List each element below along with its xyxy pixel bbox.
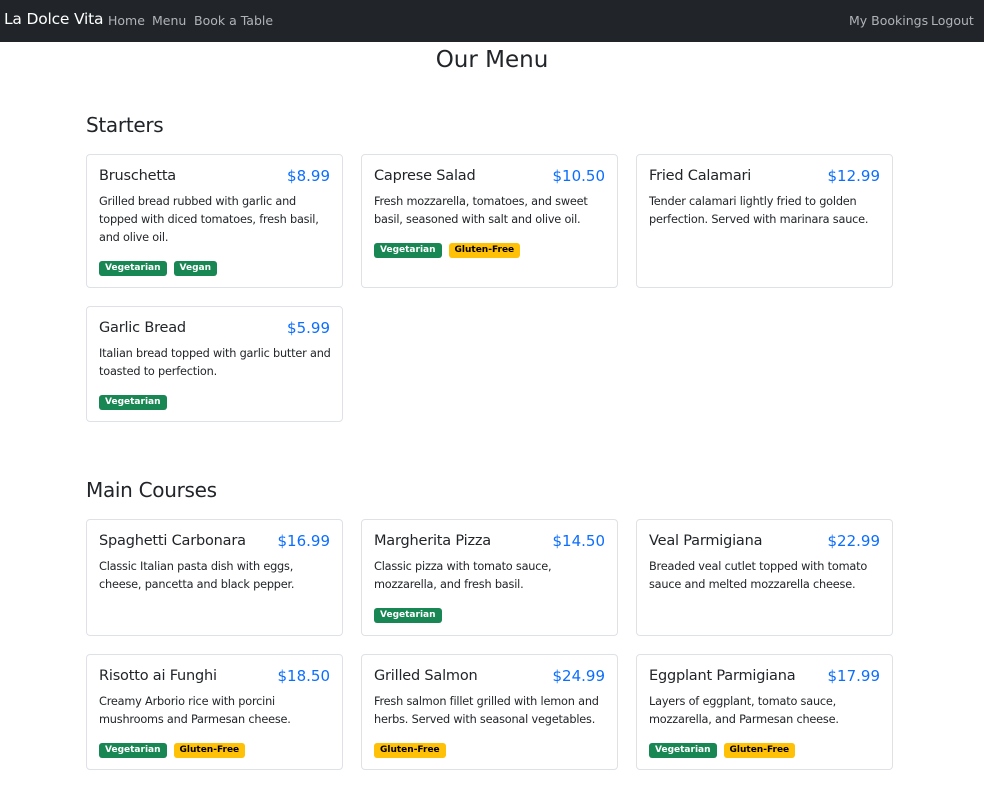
section-title-main-courses: Main Courses <box>86 478 217 502</box>
gluten-free-badge: Gluten-Free <box>448 243 521 258</box>
nav-link-my-bookings[interactable]: My Bookings <box>849 13 928 28</box>
section-title-starters: Starters <box>86 113 164 137</box>
item-price: $24.99 <box>552 667 606 685</box>
menu-card: Caprese Salad $10.50 Fresh mozzarella, t… <box>361 154 618 288</box>
item-description: Classic pizza with tomato sauce, mozzare… <box>374 560 552 591</box>
nav-link-logout[interactable]: Logout <box>931 13 974 28</box>
item-description: Fresh mozzarella, tomatoes, and sweet ba… <box>374 195 588 226</box>
item-badges: Vegetarian Gluten-Free <box>649 743 796 758</box>
item-name: Spaghetti Carbonara <box>99 533 246 549</box>
nav-link-book-table[interactable]: Book a Table <box>194 13 273 28</box>
item-price: $18.50 <box>277 667 331 685</box>
menu-card: Veal Parmigiana $22.99 Breaded veal cutl… <box>636 519 893 636</box>
nav-link-menu[interactable]: Menu <box>152 13 186 28</box>
item-badges: Gluten-Free <box>374 743 446 758</box>
menu-card: Risotto ai Funghi $18.50 Creamy Arborio … <box>86 654 343 770</box>
gluten-free-badge: Gluten-Free <box>723 743 796 758</box>
menu-card: Grilled Salmon $24.99 Fresh salmon fille… <box>361 654 618 770</box>
item-price: $16.99 <box>277 532 331 550</box>
item-badges: Vegetarian <box>99 395 167 410</box>
item-description: Creamy Arborio rice with porcini mushroo… <box>99 695 291 726</box>
brand-link[interactable]: La Dolce Vita <box>4 10 104 28</box>
item-price: $10.50 <box>552 167 606 185</box>
nav-link-home[interactable]: Home <box>108 13 145 28</box>
vegetarian-badge: Vegetarian <box>99 395 167 410</box>
item-description: Fresh salmon fillet grilled with lemon a… <box>374 695 599 726</box>
menu-card: Spaghetti Carbonara $16.99 Classic Itali… <box>86 519 343 636</box>
item-description: Grilled bread rubbed with garlic and top… <box>99 195 319 244</box>
item-description: Tender calamari lightly fried to golden … <box>649 195 869 226</box>
item-description: Breaded veal cutlet topped with tomato s… <box>649 560 868 591</box>
gluten-free-badge: Gluten-Free <box>173 743 246 758</box>
item-badges: Vegetarian Vegan <box>99 261 218 276</box>
gluten-free-badge: Gluten-Free <box>374 743 446 758</box>
item-price: $5.99 <box>287 319 330 337</box>
vegetarian-badge: Vegetarian <box>374 243 442 258</box>
item-price: $22.99 <box>827 532 881 550</box>
item-name: Veal Parmigiana <box>649 533 763 549</box>
vegetarian-badge: Vegetarian <box>99 261 167 276</box>
item-name: Grilled Salmon <box>374 668 478 684</box>
menu-card: Fried Calamari $12.99 Tender calamari li… <box>636 154 893 288</box>
menu-card: Garlic Bread $5.99 Italian bread topped … <box>86 306 343 422</box>
item-price: $17.99 <box>827 667 881 685</box>
item-description: Layers of eggplant, tomato sauce, mozzar… <box>649 695 839 726</box>
vegan-badge: Vegan <box>173 261 218 276</box>
item-name: Risotto ai Funghi <box>99 668 217 684</box>
menu-card: Margherita Pizza $14.50 Classic pizza wi… <box>361 519 618 636</box>
item-name: Bruschetta <box>99 168 176 184</box>
vegetarian-badge: Vegetarian <box>99 743 167 758</box>
item-badges: Vegetarian Gluten-Free <box>99 743 246 758</box>
item-price: $14.50 <box>552 532 606 550</box>
item-description: Italian bread topped with garlic butter … <box>99 347 331 378</box>
item-name: Garlic Bread <box>99 320 186 336</box>
vegetarian-badge: Vegetarian <box>649 743 717 758</box>
menu-card: Bruschetta $8.99 Grilled bread rubbed wi… <box>86 154 343 288</box>
item-name: Eggplant Parmigiana <box>649 668 796 684</box>
item-name: Margherita Pizza <box>374 533 491 549</box>
item-name: Caprese Salad <box>374 168 476 184</box>
item-price: $12.99 <box>827 167 881 185</box>
page-title: Our Menu <box>435 47 549 73</box>
item-description: Classic Italian pasta dish with eggs, ch… <box>99 560 295 591</box>
menu-card: Eggplant Parmigiana $17.99 Layers of egg… <box>636 654 893 770</box>
item-name: Fried Calamari <box>649 168 752 184</box>
navbar: La Dolce Vita Home Menu Book a Table My … <box>0 0 984 42</box>
item-badges: Vegetarian Gluten-Free <box>374 243 521 258</box>
item-price: $8.99 <box>287 167 330 185</box>
item-badges: Vegetarian <box>374 608 442 623</box>
vegetarian-badge: Vegetarian <box>374 608 442 623</box>
